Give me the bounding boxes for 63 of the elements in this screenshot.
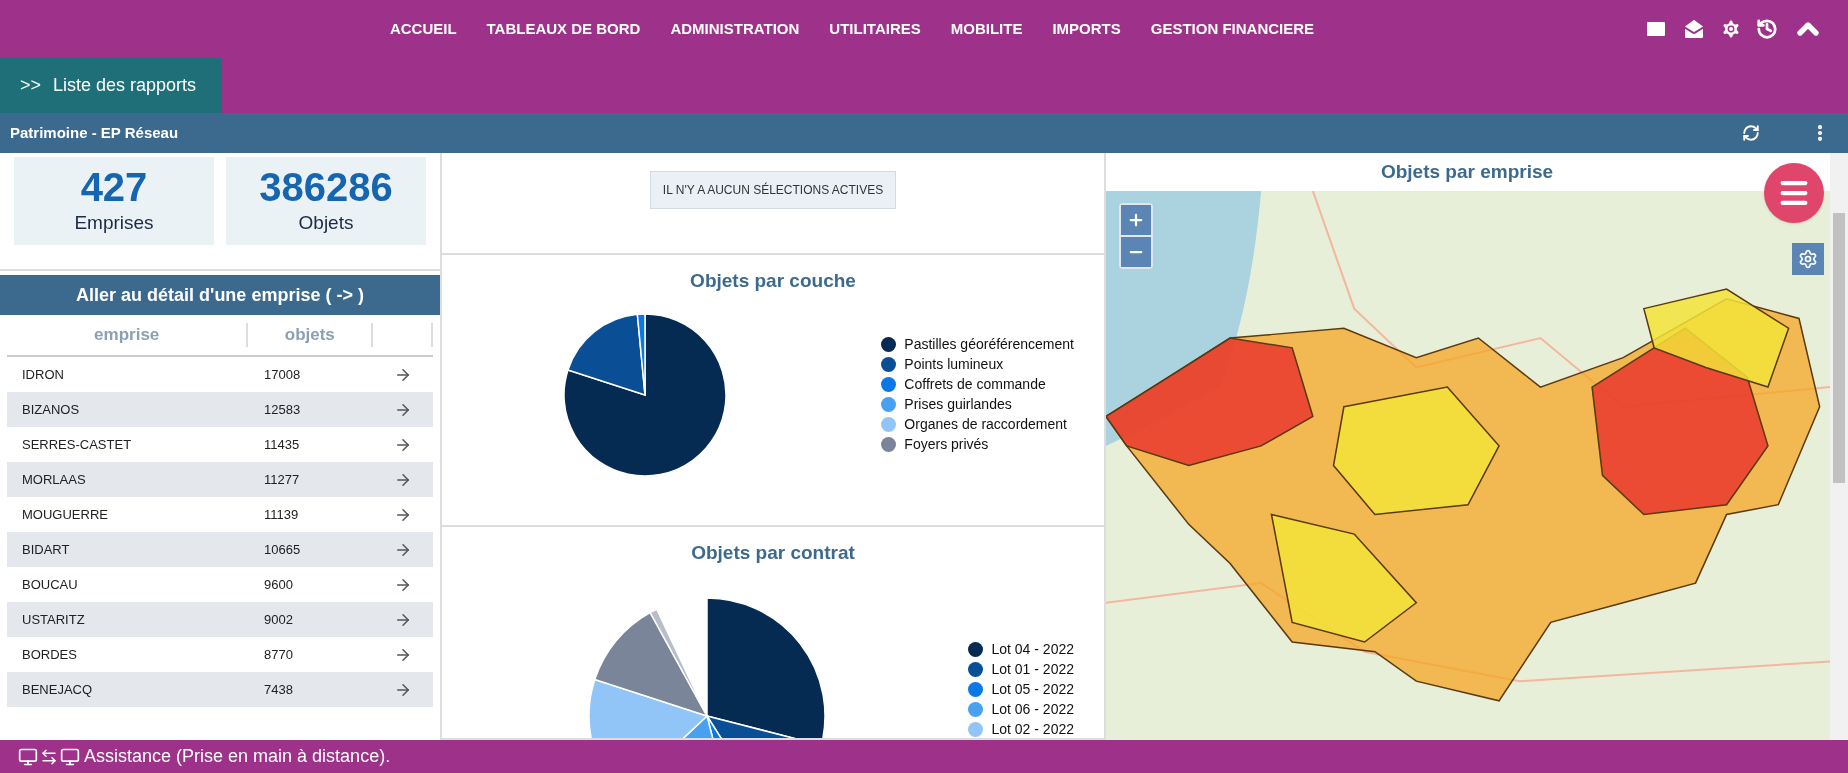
settings-icon[interactable] <box>1792 243 1824 275</box>
map-title: Objets par emprise <box>1379 159 1555 184</box>
legend-label: Lot 02 - 2022 <box>991 720 1074 738</box>
selection-notice: IL N'Y A AUCUN SÉLECTIONS ACTIVES <box>649 171 897 209</box>
table-cell-text: 11435 <box>263 435 301 454</box>
legend-label: Organes de raccordement <box>904 415 1067 434</box>
table-cell-text: 11139 <box>263 505 300 524</box>
table-cell-text: BORDES <box>21 645 78 664</box>
legend-label: Prises guirlandes <box>904 395 1012 414</box>
chart-title: Objets par couche <box>689 269 857 293</box>
nav-link[interactable]: TABLEAUX DE BORD <box>486 17 641 41</box>
stat-value: 427 <box>80 164 148 209</box>
menu-button[interactable] <box>1764 163 1824 223</box>
history-icon[interactable] <box>1756 18 1778 40</box>
table-cell-text: USTARITZ <box>21 610 86 629</box>
chart-title: Objets par contrat <box>690 541 856 565</box>
legend-label: Foyers privés <box>904 435 989 454</box>
stat-label: Objets <box>298 210 354 235</box>
nav-link[interactable]: UTILITAIRES <box>829 17 921 41</box>
table-cell-text: 7438 <box>263 680 294 699</box>
reports-list-button[interactable]: >> Liste des rapports <box>0 58 222 113</box>
table-cell-text: 9600 <box>263 575 294 594</box>
legend-label: Lot 01 - 2022 <box>991 660 1074 679</box>
table-cell-text: BENEJACQ <box>21 680 94 699</box>
table-cell-text: IDRON <box>21 365 65 384</box>
nav-link[interactable]: MOBILITE <box>950 17 1023 41</box>
zoom-in-icon[interactable] <box>1121 205 1151 235</box>
zoom-out-icon[interactable] <box>1121 237 1151 267</box>
table-cell-text: MORLAAS <box>21 470 87 489</box>
column-header: objets <box>284 324 335 347</box>
legend-label: Lot 06 - 2022 <box>991 700 1074 719</box>
table-cell-text: MOUGUERRE <box>21 505 109 524</box>
table-cell-text: BIZANOS <box>21 400 81 419</box>
assistance-link[interactable]: Assistance (Prise en main à distance). <box>84 743 391 770</box>
table-cell-text: 8770 <box>263 645 294 664</box>
stat-label: Emprises <box>74 210 154 235</box>
nav-link[interactable]: GESTION FINANCIERE <box>1150 17 1315 41</box>
column-header: emprise <box>94 324 160 347</box>
table-cell-text: 10665 <box>263 540 302 559</box>
legend-label: Pastilles géoréférencement <box>904 335 1074 354</box>
stat-value: 386286 <box>259 164 393 209</box>
page-title: Patrimoine - EP Réseau <box>10 122 180 143</box>
legend-label: Lot 04 - 2022 <box>991 640 1074 659</box>
monitor-icon[interactable] <box>18 746 38 767</box>
table-cell-text: 12583 <box>263 400 302 419</box>
legend-label: Coffrets de commande <box>904 375 1046 394</box>
table-cell-text: SERRES-CASTET <box>21 435 133 454</box>
settings-icon[interactable] <box>1720 18 1742 40</box>
table-cell-text: 17008 <box>263 365 302 384</box>
legend-label: Points lumineux <box>904 355 1004 374</box>
open-envelope-icon[interactable] <box>1682 17 1706 41</box>
nav-link[interactable]: IMPORTS <box>1052 17 1121 41</box>
monitor-icon[interactable] <box>60 746 80 767</box>
arrows-icon[interactable] <box>40 747 58 766</box>
legend-label: Lot 05 - 2022 <box>991 680 1074 699</box>
table-cell-text: 11277 <box>263 470 301 489</box>
table-cell-text: BOUCAU <box>21 575 79 594</box>
nav-link[interactable]: ADMINISTRATION <box>670 17 800 41</box>
nav-link[interactable]: ACCUEIL <box>389 17 457 41</box>
table-cell-text: 9002 <box>263 610 294 629</box>
table-title: Aller au détail d'une emprise ( -> ) <box>0 275 440 315</box>
table-cell-text: BIDART <box>21 540 71 559</box>
refresh-icon[interactable] <box>1742 124 1760 142</box>
